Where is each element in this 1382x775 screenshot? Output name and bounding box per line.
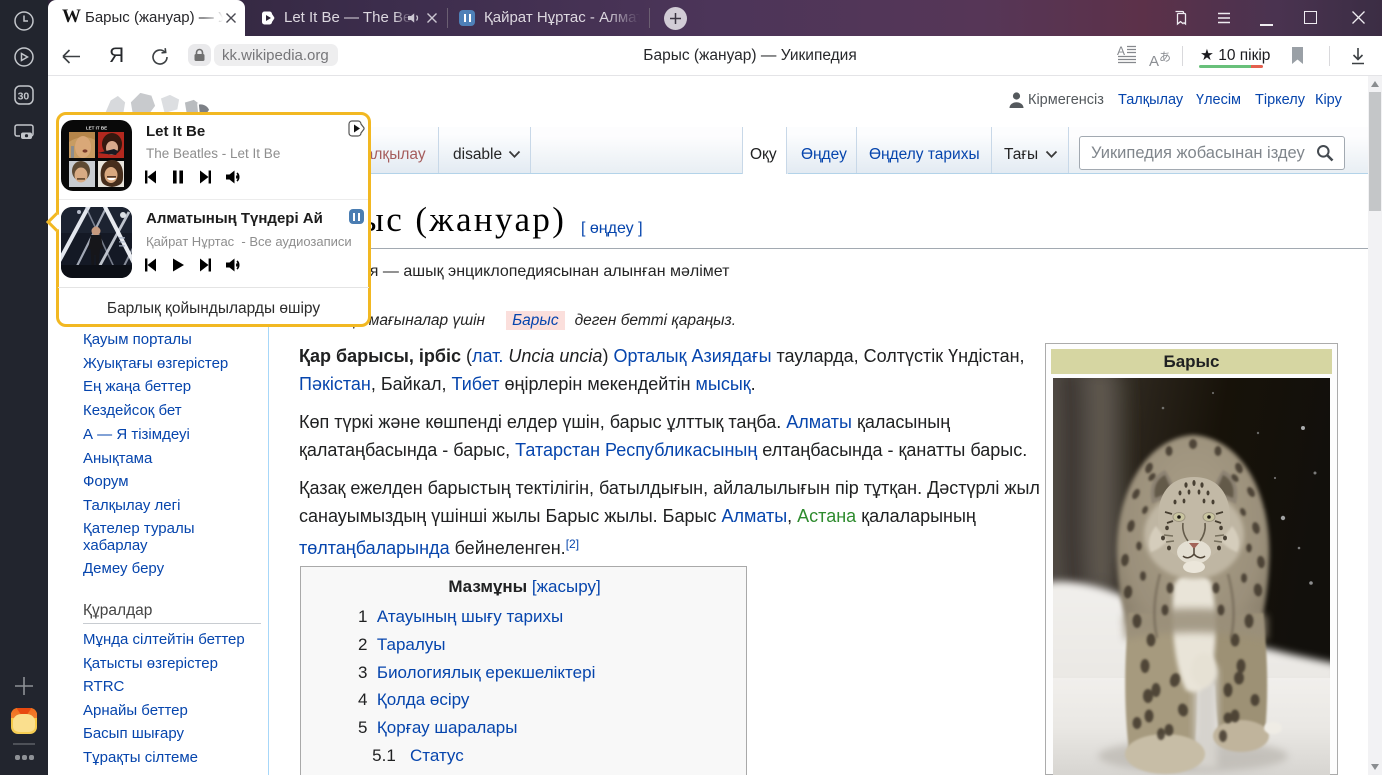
svg-text:LET IT BE: LET IT BE (86, 126, 107, 131)
svg-text:30: 30 (18, 91, 30, 103)
